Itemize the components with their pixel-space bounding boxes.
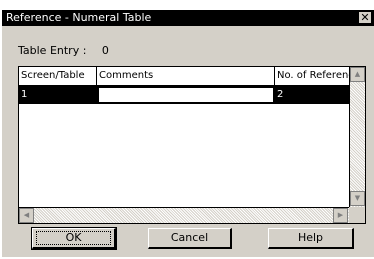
horizontal-scrollbar[interactable]: ◀ ▶ bbox=[19, 207, 349, 223]
cancel-button[interactable]: Cancel bbox=[148, 228, 232, 249]
help-button[interactable]: Help bbox=[268, 228, 354, 249]
window-title: Reference - Numeral Table bbox=[6, 11, 152, 24]
vertical-scrollbar[interactable]: ▲ ▼ bbox=[349, 67, 365, 207]
column-header-no-of-references[interactable]: No. of References bbox=[275, 67, 349, 85]
scroll-up-icon[interactable]: ▲ bbox=[350, 67, 365, 82]
help-button-label: Help bbox=[297, 231, 324, 244]
table-row[interactable]: 1 2 bbox=[19, 86, 349, 104]
cancel-button-label: Cancel bbox=[170, 231, 209, 244]
title-bar[interactable]: Reference - Numeral Table ✕ bbox=[2, 10, 374, 26]
column-header-comments[interactable]: Comments bbox=[97, 67, 275, 85]
ok-button[interactable]: OK bbox=[31, 227, 117, 250]
scroll-down-icon[interactable]: ▼ bbox=[350, 191, 365, 206]
close-icon[interactable]: ✕ bbox=[358, 11, 372, 24]
table-entry-label: Table Entry : bbox=[18, 44, 87, 57]
table-entry-value: 0 bbox=[101, 44, 109, 57]
scroll-left-icon[interactable]: ◀ bbox=[19, 208, 34, 223]
grid-header: Screen/Table Comments No. of References bbox=[19, 67, 349, 86]
reference-numeral-table-dialog: Reference - Numeral Table ✕ Table Entry … bbox=[2, 10, 374, 257]
focus-rectangle bbox=[36, 231, 111, 245]
table-entry-row: Table Entry : 0 bbox=[18, 44, 109, 57]
reference-grid[interactable]: Screen/Table Comments No. of References … bbox=[18, 66, 366, 224]
column-header-screen-table[interactable]: Screen/Table bbox=[19, 67, 97, 85]
scrollbar-corner bbox=[349, 207, 365, 223]
cell-screen-table[interactable]: 1 bbox=[19, 86, 97, 104]
cell-comments-input[interactable] bbox=[98, 87, 274, 103]
cell-no-of-references[interactable]: 2 bbox=[275, 86, 349, 104]
scroll-right-icon[interactable]: ▶ bbox=[333, 208, 348, 223]
